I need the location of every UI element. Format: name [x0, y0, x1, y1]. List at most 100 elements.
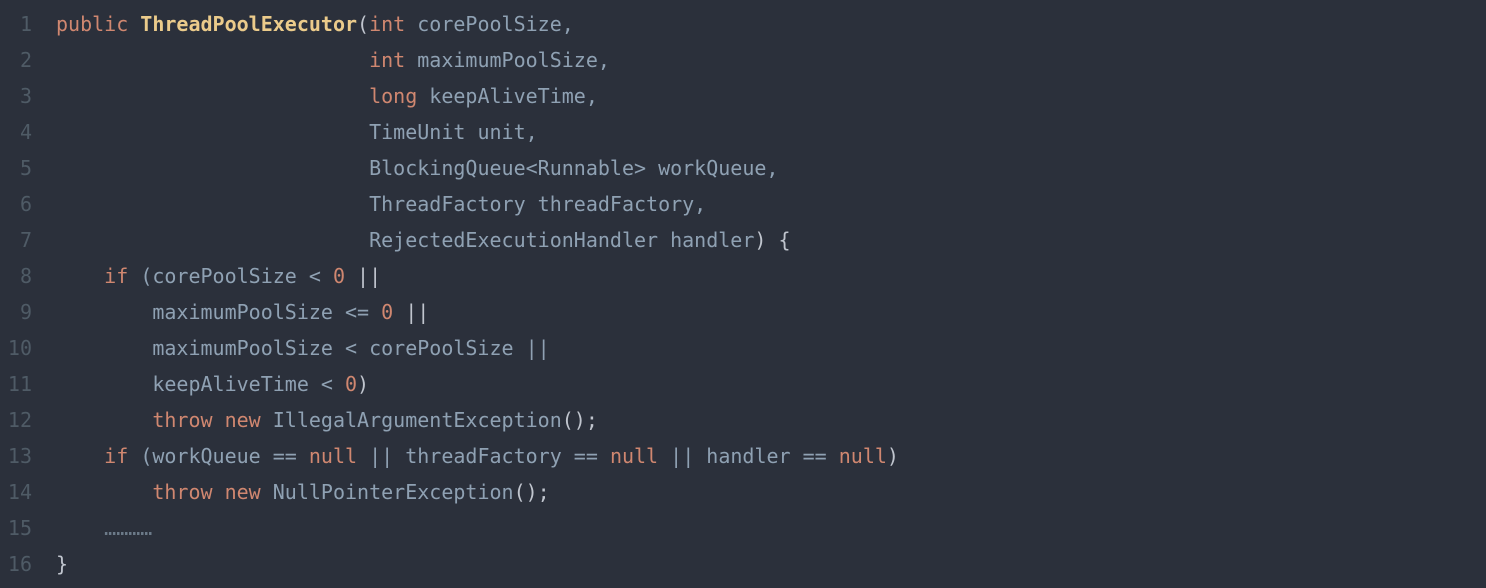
code-line[interactable]: 3 long keepAliveTime, [0, 78, 1486, 114]
code-token [128, 12, 140, 36]
line-content: if (corePoolSize < 0 || [56, 258, 1486, 294]
code-token: new [225, 480, 261, 504]
code-token: 0 [381, 300, 393, 324]
code-token: ) [887, 444, 899, 468]
code-token: || [393, 300, 429, 324]
code-token: } [56, 552, 68, 576]
line-number: 11 [0, 366, 56, 402]
code-token: (corePoolSize < [140, 264, 333, 288]
line-number: 15 [0, 510, 56, 546]
code-token: IllegalArgumentException [273, 408, 562, 432]
line-number: 6 [0, 186, 56, 222]
code-token [128, 444, 140, 468]
line-number: 2 [0, 42, 56, 78]
code-token: if [104, 264, 128, 288]
line-content: BlockingQueue<Runnable> workQueue, [56, 150, 1486, 186]
code-token: (); [562, 408, 598, 432]
code-token: || threadFactory == [357, 444, 610, 468]
code-line[interactable]: 10 maximumPoolSize < corePoolSize || [0, 330, 1486, 366]
code-token: maximumPoolSize <= [152, 300, 381, 324]
code-line[interactable]: 12 throw new IllegalArgumentException(); [0, 402, 1486, 438]
line-number: 10 [0, 330, 56, 366]
code-line[interactable]: 7 RejectedExecutionHandler handler) { [0, 222, 1486, 258]
code-token: BlockingQueue<Runnable> workQueue, [369, 156, 778, 180]
code-editor[interactable]: 1public ThreadPoolExecutor(int corePoolS… [0, 6, 1486, 582]
code-line[interactable]: 2 int maximumPoolSize, [0, 42, 1486, 78]
code-token: (); [514, 480, 550, 504]
code-token: ………… [104, 516, 152, 540]
code-token: 0 [333, 264, 345, 288]
code-line[interactable]: 8 if (corePoolSize < 0 || [0, 258, 1486, 294]
code-token [261, 480, 273, 504]
code-token [417, 84, 429, 108]
line-number: 12 [0, 402, 56, 438]
code-line[interactable]: 11 keepAliveTime < 0) [0, 366, 1486, 402]
code-line[interactable]: 15 ………… [0, 510, 1486, 546]
code-token [405, 48, 417, 72]
code-token: { [778, 228, 790, 252]
code-token: long [369, 84, 417, 108]
code-line[interactable]: 16} [0, 546, 1486, 582]
code-token [213, 408, 225, 432]
code-token [405, 12, 417, 36]
code-line[interactable]: 13 if (workQueue == null || threadFactor… [0, 438, 1486, 474]
line-number: 5 [0, 150, 56, 186]
code-token: ThreadFactory threadFactory, [369, 192, 706, 216]
code-line[interactable]: 14 throw new NullPointerException(); [0, 474, 1486, 510]
code-token: keepAliveTime < [152, 372, 345, 396]
line-content: if (workQueue == null || threadFactory =… [56, 438, 1486, 474]
code-token: maximumPoolSize, [417, 48, 610, 72]
code-token: throw [152, 408, 212, 432]
code-token: public [56, 12, 128, 36]
line-content: throw new NullPointerException(); [56, 474, 1486, 510]
line-content: TimeUnit unit, [56, 114, 1486, 150]
line-content: long keepAliveTime, [56, 78, 1486, 114]
code-token: null [610, 444, 658, 468]
line-number: 3 [0, 78, 56, 114]
code-token: new [225, 408, 261, 432]
line-number: 13 [0, 438, 56, 474]
line-content: maximumPoolSize < corePoolSize || [56, 330, 1486, 366]
code-token [766, 228, 778, 252]
line-content: maximumPoolSize <= 0 || [56, 294, 1486, 330]
line-content: keepAliveTime < 0) [56, 366, 1486, 402]
line-number: 9 [0, 294, 56, 330]
line-number: 7 [0, 222, 56, 258]
code-token: RejectedExecutionHandler handler [369, 228, 754, 252]
code-line[interactable]: 6 ThreadFactory threadFactory, [0, 186, 1486, 222]
code-token: ThreadPoolExecutor [140, 12, 357, 36]
code-token: ( [357, 12, 369, 36]
code-line[interactable]: 9 maximumPoolSize <= 0 || [0, 294, 1486, 330]
line-content: int maximumPoolSize, [56, 42, 1486, 78]
code-token: (workQueue == [140, 444, 309, 468]
code-token [213, 480, 225, 504]
code-line[interactable]: 1public ThreadPoolExecutor(int corePoolS… [0, 6, 1486, 42]
code-token: null [839, 444, 887, 468]
line-content: RejectedExecutionHandler handler) { [56, 222, 1486, 258]
code-token: maximumPoolSize < corePoolSize || [152, 336, 549, 360]
code-token: || [345, 264, 381, 288]
line-content: ………… [56, 510, 1486, 546]
line-number: 1 [0, 6, 56, 42]
line-content: ThreadFactory threadFactory, [56, 186, 1486, 222]
code-token: int [369, 12, 405, 36]
code-token: NullPointerException [273, 480, 514, 504]
code-token [128, 264, 140, 288]
code-token: || handler == [658, 444, 839, 468]
code-line[interactable]: 5 BlockingQueue<Runnable> workQueue, [0, 150, 1486, 186]
code-token: int [369, 48, 405, 72]
code-token: keepAliveTime, [429, 84, 598, 108]
code-token: throw [152, 480, 212, 504]
line-content: } [56, 546, 1486, 582]
code-line[interactable]: 4 TimeUnit unit, [0, 114, 1486, 150]
code-token: corePoolSize, [417, 12, 574, 36]
line-number: 8 [0, 258, 56, 294]
line-number: 4 [0, 114, 56, 150]
code-token [261, 408, 273, 432]
line-number: 14 [0, 474, 56, 510]
line-content: public ThreadPoolExecutor(int corePoolSi… [56, 6, 1486, 42]
line-content: throw new IllegalArgumentException(); [56, 402, 1486, 438]
code-token: ) [754, 228, 766, 252]
code-token: ) [357, 372, 369, 396]
code-token: TimeUnit unit, [369, 120, 538, 144]
